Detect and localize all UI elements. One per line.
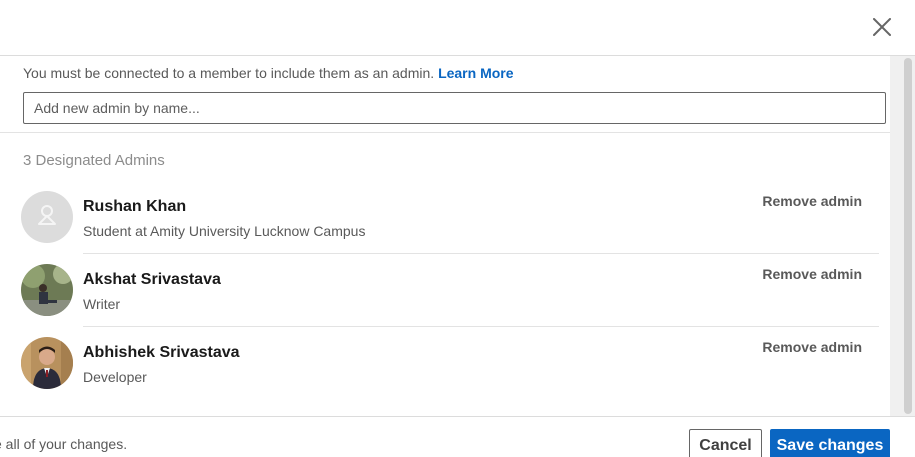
avatar [21,191,73,243]
modal-header [0,0,915,56]
admin-item: Abhishek Srivastava Developer Remove adm… [21,337,879,410]
row-divider [83,326,879,327]
admins-count: 3 Designated Admins [23,152,165,169]
save-changes-button[interactable]: Save changes [770,429,890,457]
admin-name[interactable]: Akshat Srivastava [83,271,221,289]
remove-admin-button[interactable]: Remove admin [762,339,862,355]
admin-headline: Writer [83,296,121,312]
section-divider [0,132,890,133]
cancel-button[interactable]: Cancel [689,429,762,457]
row-divider [83,253,879,254]
helper-text: You must be connected to a member to inc… [23,65,514,81]
admin-headline: Student at Amity University Lucknow Camp… [83,223,366,239]
footer-note: e all of your changes. [0,436,128,452]
avatar [21,337,73,389]
admin-headline: Developer [83,369,147,385]
admin-name[interactable]: Rushan Khan [83,198,186,216]
scrollbar-thumb[interactable] [904,58,912,414]
remove-admin-button[interactable]: Remove admin [762,266,862,282]
admin-name[interactable]: Abhishek Srivastava [83,344,240,362]
avatar [21,264,73,316]
learn-more-link[interactable]: Learn More [438,65,513,81]
profile-photo [21,264,73,316]
add-admin-input[interactable] [23,92,886,124]
helper-message: You must be connected to a member to inc… [23,65,435,81]
close-button[interactable] [868,13,896,41]
default-person-icon [38,205,56,225]
close-icon [873,18,891,36]
profile-photo [21,337,73,389]
remove-admin-button[interactable]: Remove admin [762,193,862,209]
